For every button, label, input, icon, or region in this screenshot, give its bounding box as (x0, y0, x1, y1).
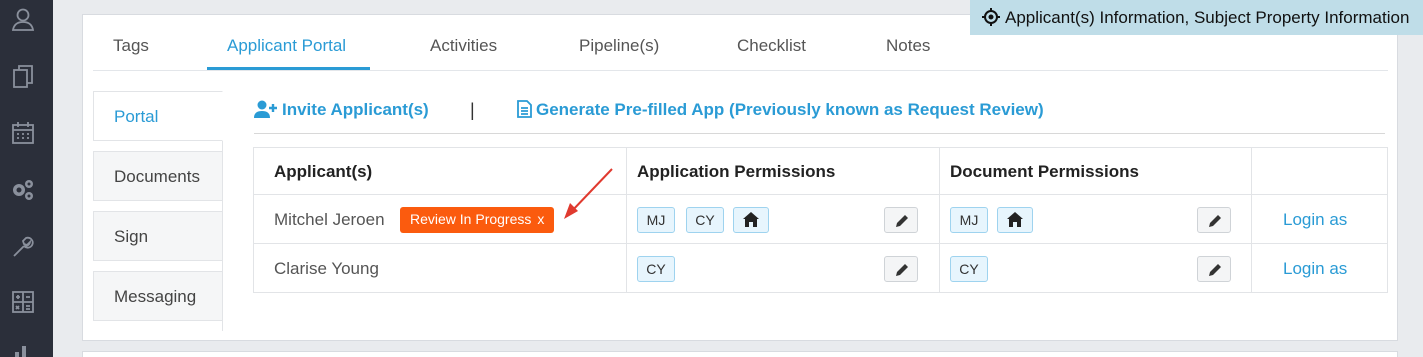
tab-activities[interactable]: Activities (430, 36, 497, 56)
permission-chip[interactable]: CY (637, 256, 675, 282)
tab-notes[interactable]: Notes (886, 36, 930, 56)
active-tab-indicator (207, 67, 370, 70)
edit-button[interactable] (1197, 256, 1231, 282)
permission-chip[interactable]: CY (686, 207, 724, 233)
calculator-icon[interactable] (10, 289, 36, 315)
login-as-link[interactable]: Login as (1283, 210, 1347, 230)
side-tab-sign[interactable]: Sign (93, 211, 223, 261)
tab-pipelines[interactable]: Pipeline(s) (579, 36, 659, 56)
pencil-icon (896, 264, 908, 276)
document-icon (517, 100, 532, 118)
permission-chip[interactable]: MJ (637, 207, 675, 233)
actions-separator: | (470, 100, 475, 120)
wrench-icon[interactable] (10, 234, 36, 260)
permission-chip[interactable]: CY (950, 256, 988, 282)
field-tooltip: Applicant(s) Information, Subject Proper… (970, 0, 1423, 35)
add-user-icon (254, 100, 277, 118)
applicant-name: Mitchel Jeroen (274, 210, 385, 229)
home-icon[interactable] (733, 207, 769, 233)
actions-divider (254, 133, 1385, 134)
invite-applicant-label: Invite Applicant(s) (282, 100, 429, 119)
header-applicants: Applicant(s) (274, 162, 373, 181)
status-badge[interactable]: Review In Progress x (400, 207, 555, 233)
edit-button[interactable] (1197, 207, 1231, 233)
crosshair-icon (982, 8, 1000, 31)
applicant-name: Clarise Young (274, 259, 379, 278)
header-application-permissions: Application Permissions (637, 162, 836, 181)
pencil-icon (1209, 215, 1221, 227)
settings-icon[interactable] (10, 177, 36, 203)
applicants-table: Applicant(s) Application Permissions Doc… (253, 147, 1388, 293)
side-tab-portal[interactable]: Portal (93, 91, 223, 141)
tooltip-text: Applicant(s) Information, Subject Proper… (1005, 8, 1410, 27)
generate-prefilled-app-label: Generate Pre-filled App (Previously know… (536, 100, 1044, 119)
status-badge-label: Review In Progress (410, 211, 532, 227)
home-icon[interactable] (997, 207, 1033, 233)
lower-panel (82, 351, 1398, 357)
generate-prefilled-app-link[interactable]: Generate Pre-filled App (Previously know… (517, 100, 1044, 120)
side-tab-documents[interactable]: Documents (93, 151, 223, 201)
documents-icon[interactable] (10, 63, 36, 89)
tab-applicant-portal[interactable]: Applicant Portal (227, 36, 346, 56)
header-document-permissions: Document Permissions (950, 162, 1139, 181)
edit-button[interactable] (884, 256, 918, 282)
side-tab-messaging[interactable]: Messaging (93, 271, 223, 321)
annotation-arrow (564, 168, 613, 219)
permission-chip[interactable]: MJ (950, 207, 988, 233)
user-icon[interactable] (10, 6, 36, 32)
close-icon[interactable]: x (537, 211, 544, 227)
invite-applicant-link[interactable]: Invite Applicant(s) (254, 100, 429, 120)
pencil-icon (896, 215, 908, 227)
side-tabs-border (222, 141, 223, 331)
pencil-icon (1209, 264, 1221, 276)
left-sidebar (0, 0, 53, 357)
chart-icon[interactable] (10, 340, 36, 357)
calendar-icon[interactable] (10, 120, 36, 146)
tab-tags[interactable]: Tags (113, 36, 149, 56)
edit-button[interactable] (884, 207, 918, 233)
login-as-link[interactable]: Login as (1283, 259, 1347, 279)
tab-checklist[interactable]: Checklist (737, 36, 806, 56)
